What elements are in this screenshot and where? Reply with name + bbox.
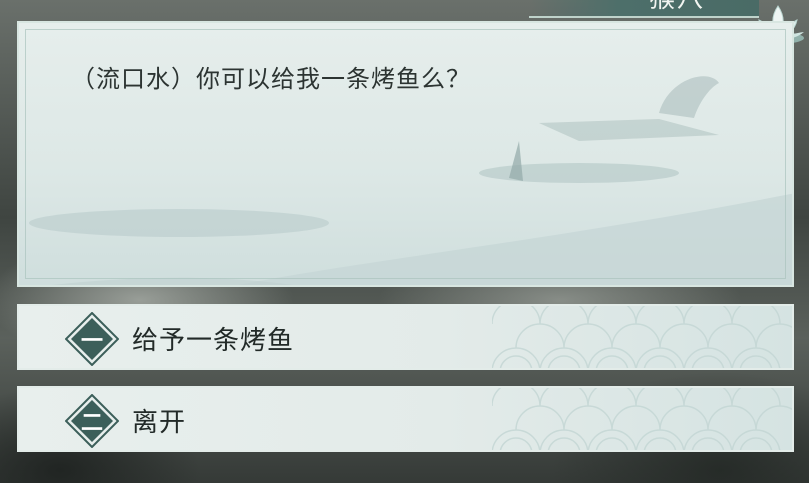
- speaker-name: 猴八: [649, 0, 705, 15]
- dialog-box: （流口水）你可以给我一条烤鱼么？: [17, 21, 794, 287]
- choice-number: 一: [80, 329, 103, 354]
- wave-pattern: [492, 306, 792, 368]
- choice-label: 离开: [132, 408, 187, 438]
- choice-label: 给予一条烤鱼: [132, 326, 295, 356]
- speaker-name-tab: 猴八: [529, 0, 759, 18]
- choice-give-fish[interactable]: 一 给予一条烤鱼: [17, 304, 794, 370]
- choice-number: 二: [80, 411, 103, 436]
- wave-pattern: [492, 388, 792, 450]
- choice-leave[interactable]: 二 离开: [17, 386, 794, 452]
- dialog-line: （流口水）你可以给我一条烤鱼么？: [71, 65, 471, 93]
